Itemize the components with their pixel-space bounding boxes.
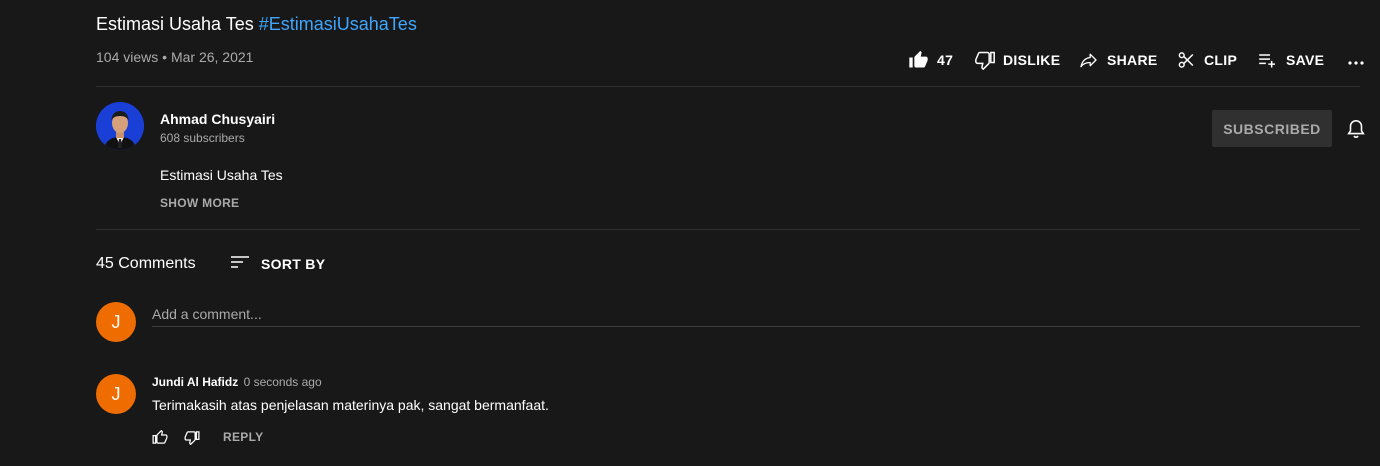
add-comment-input[interactable] [152, 302, 1360, 327]
dislike-button[interactable]: DISLIKE [975, 49, 1060, 71]
video-description: Estimasi Usaha Tes [160, 167, 283, 183]
video-title: Estimasi Usaha Tes #EstimasiUsahaTes [96, 14, 417, 35]
channel-name[interactable]: Ahmad Chusyairi [160, 111, 275, 127]
comments-count: 45 Comments [96, 255, 196, 272]
thumb-up-icon [908, 50, 929, 70]
share-label: SHARE [1107, 52, 1158, 68]
subscribe-button[interactable]: SUBSCRIBED [1212, 110, 1332, 147]
save-button[interactable]: SAVE [1257, 49, 1324, 71]
clip-button[interactable]: CLIP [1177, 49, 1237, 71]
thumb-down-icon [975, 50, 995, 70]
bell-icon[interactable] [1345, 117, 1367, 146]
share-button[interactable]: SHARE [1078, 49, 1158, 71]
view-count: 104 views [96, 49, 159, 65]
playlist-add-icon [1257, 50, 1278, 70]
thumb-down-icon [184, 431, 200, 449]
scissors-icon [1177, 50, 1196, 70]
reply-button[interactable]: REPLY [223, 430, 263, 444]
current-user-avatar: J [96, 302, 136, 342]
divider-top [96, 86, 1360, 87]
comment-author[interactable]: Jundi Al Hafidz [152, 375, 238, 389]
subscriber-count: 608 subscribers [160, 131, 245, 145]
thumb-up-icon [152, 429, 168, 449]
sort-by-button[interactable]: SORT BY [230, 253, 325, 274]
comment-text: Terimakasih atas penjelasan materinya pa… [152, 397, 549, 413]
video-meta: 104 views • Mar 26, 2021 [96, 49, 253, 65]
more-icon [1347, 50, 1365, 70]
upload-date: Mar 26, 2021 [170, 49, 254, 65]
like-button[interactable]: 47 [908, 49, 953, 71]
meta-separator: • [162, 49, 168, 65]
comment-dislike-button[interactable] [184, 430, 200, 450]
channel-avatar[interactable] [96, 102, 144, 150]
share-icon [1078, 50, 1099, 70]
commenter-avatar[interactable]: J [96, 374, 136, 414]
like-count: 47 [937, 52, 954, 68]
more-actions-button[interactable] [1347, 49, 1365, 71]
comment-timestamp[interactable]: 0 seconds ago [244, 375, 322, 389]
sort-by-label: SORT BY [261, 255, 326, 272]
show-more-button[interactable]: SHOW MORE [160, 196, 239, 210]
comment-like-button[interactable] [152, 429, 168, 450]
save-label: SAVE [1286, 52, 1325, 68]
comment-header: Jundi Al Hafidz 0 seconds ago [152, 375, 322, 389]
video-title-text: Estimasi Usaha Tes [96, 14, 254, 34]
dislike-label: DISLIKE [1003, 52, 1061, 68]
divider-description [96, 229, 1360, 230]
clip-label: CLIP [1204, 52, 1238, 68]
sort-icon [230, 253, 250, 274]
video-hashtag-link[interactable]: #EstimasiUsahaTes [259, 14, 417, 34]
